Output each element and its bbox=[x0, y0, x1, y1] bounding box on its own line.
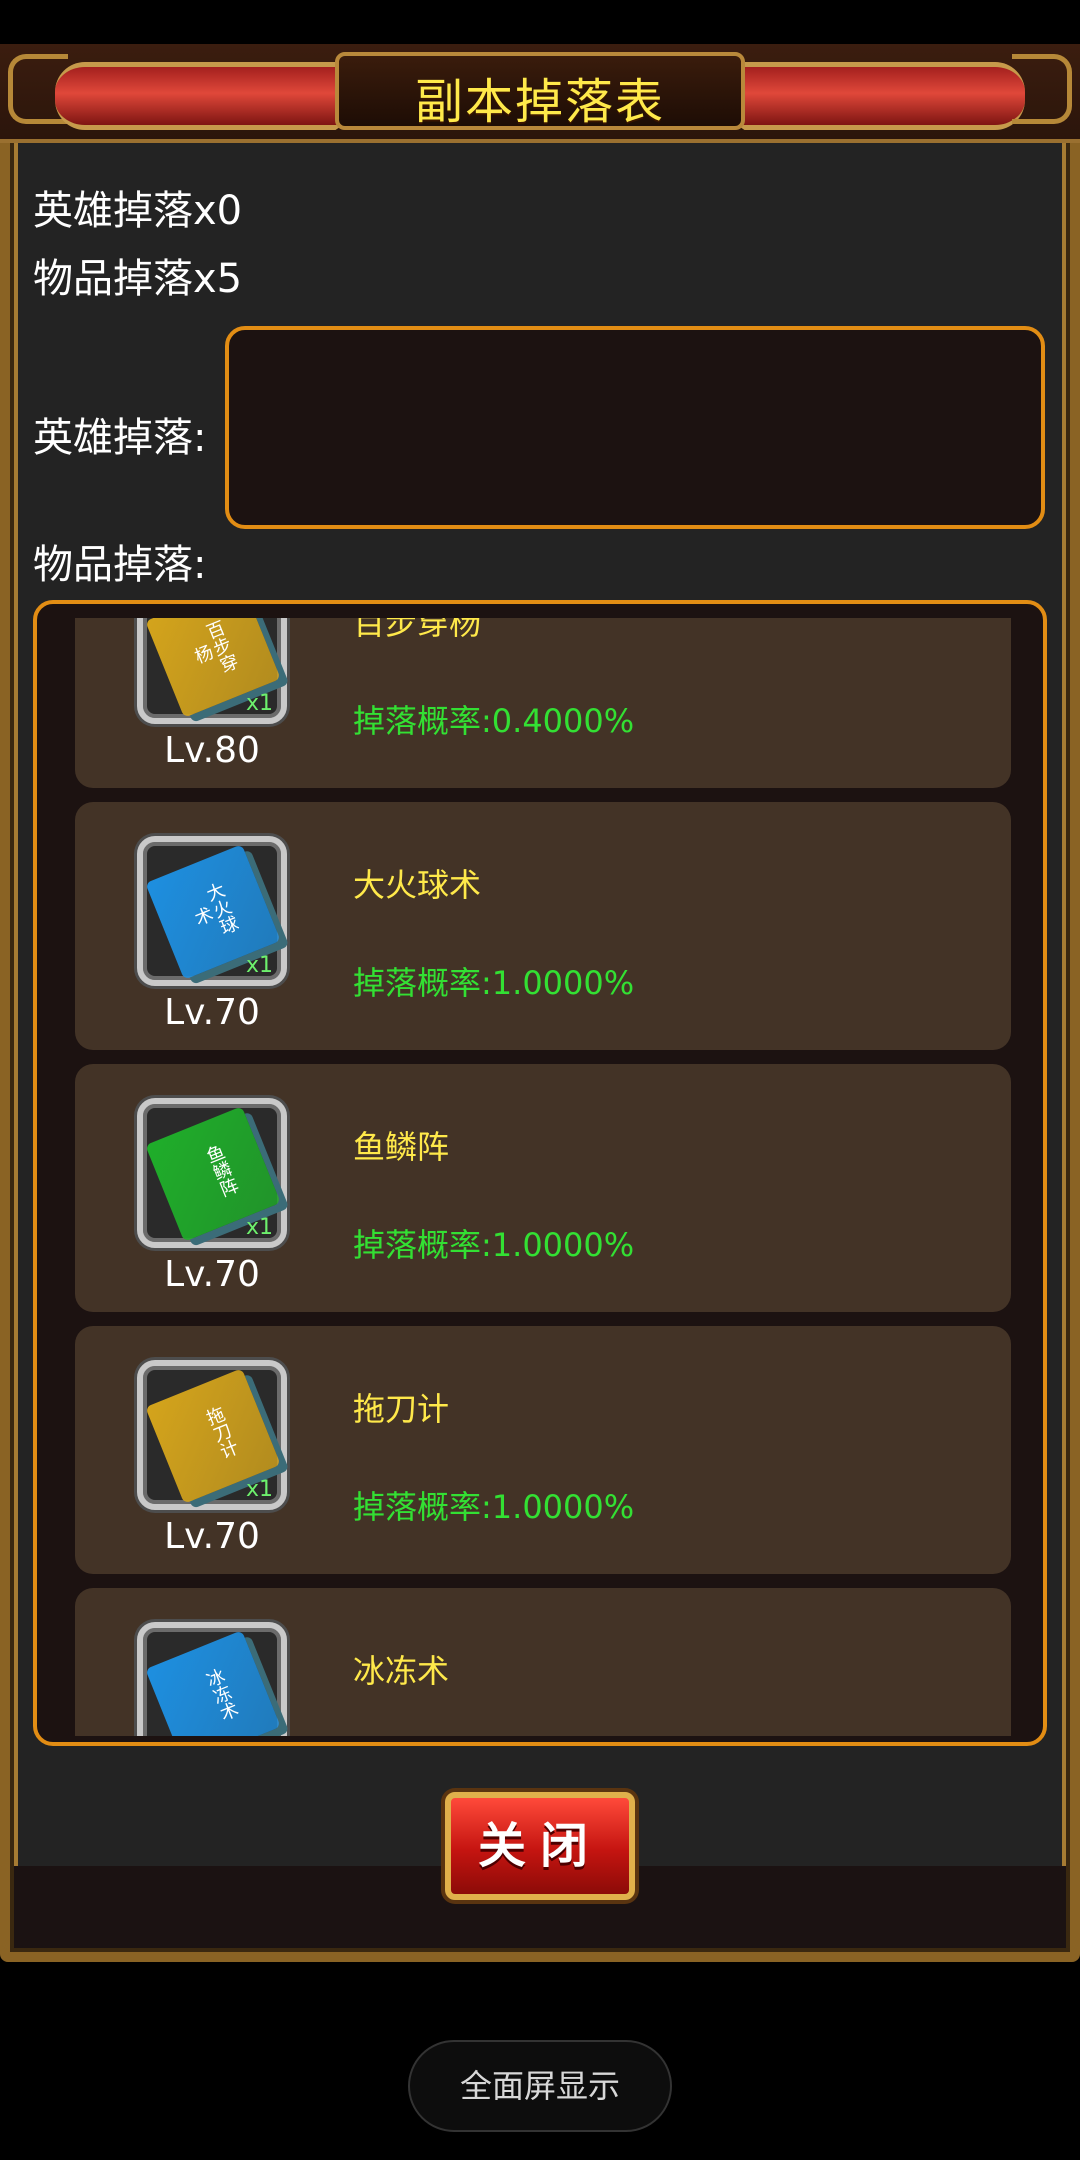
skill-book-icon[interactable]: 冰冻术 x1 bbox=[137, 1622, 287, 1736]
item-name: 鱼鳞阵 bbox=[353, 1128, 450, 1166]
fullscreen-button[interactable]: 全面屏显示 bbox=[408, 2040, 672, 2132]
skill-book-icon[interactable]: 百步穿杨 x1 bbox=[137, 618, 287, 724]
item-drop-label: 物品掉落: bbox=[33, 542, 207, 588]
item-row[interactable]: 大火球术 x1 Lv.70 大火球术 掉落概率:1.0000% bbox=[75, 802, 1011, 1050]
book-cover: 冰冻术 bbox=[145, 1630, 281, 1736]
item-quantity: x1 bbox=[245, 691, 273, 716]
hero-drop-count: 英雄掉落x0 bbox=[33, 188, 243, 234]
item-drop-count: 物品掉落x5 bbox=[33, 256, 243, 302]
book-title: 冰冻术 bbox=[201, 1665, 241, 1724]
item-name: 大火球术 bbox=[353, 866, 482, 904]
item-quantity: x1 bbox=[245, 1477, 273, 1502]
item-row[interactable]: 百步穿杨 x1 Lv.80 百步穿杨 掉落概率:0.4000% bbox=[75, 618, 1011, 788]
drop-rate: 掉落概率:1.0000% bbox=[353, 964, 635, 1002]
item-drop-scroll[interactable]: 百步穿杨 x1 Lv.80 百步穿杨 掉落概率:0.4000% 大火球术 x1 … bbox=[75, 618, 1011, 1736]
item-level: Lv.80 bbox=[164, 730, 260, 771]
drop-rate: 掉落概率:0.4000% bbox=[353, 702, 635, 740]
hero-drop-list[interactable] bbox=[225, 326, 1045, 529]
item-level: Lv.70 bbox=[164, 1516, 260, 1557]
item-row[interactable]: 拖刀计 x1 Lv.70 拖刀计 掉落概率:1.0000% bbox=[75, 1326, 1011, 1574]
item-row[interactable]: 冰冻术 x1 冰冻术 bbox=[75, 1588, 1011, 1736]
title-bar: 副本掉落表 bbox=[0, 44, 1080, 143]
book-title: 鱼鳞阵 bbox=[201, 1141, 241, 1200]
dialog-title: 副本掉落表 bbox=[414, 74, 665, 130]
item-level: Lv.70 bbox=[164, 1254, 260, 1295]
skill-book-icon[interactable]: 拖刀计 x1 bbox=[137, 1360, 287, 1510]
book-title: 大火球术 bbox=[189, 879, 241, 938]
item-drop-items: 百步穿杨 x1 Lv.80 百步穿杨 掉落概率:0.4000% 大火球术 x1 … bbox=[75, 618, 1011, 1736]
hero-drop-label: 英雄掉落: bbox=[33, 415, 207, 461]
item-name: 拖刀计 bbox=[353, 1390, 450, 1428]
item-name: 冰冻术 bbox=[353, 1652, 450, 1690]
item-level: Lv.70 bbox=[164, 992, 260, 1033]
item-drop-list[interactable]: 百步穿杨 x1 Lv.80 百步穿杨 掉落概率:0.4000% 大火球术 x1 … bbox=[33, 600, 1047, 1746]
item-quantity: x1 bbox=[245, 953, 273, 978]
book-title: 拖刀计 bbox=[201, 1403, 241, 1462]
item-row[interactable]: 鱼鳞阵 x1 Lv.70 鱼鳞阵 掉落概率:1.0000% bbox=[75, 1064, 1011, 1312]
book-title: 百步穿杨 bbox=[189, 618, 241, 676]
close-button[interactable]: 关闭 bbox=[445, 1792, 635, 1900]
skill-book-icon[interactable]: 鱼鳞阵 x1 bbox=[137, 1098, 287, 1248]
drop-rate: 掉落概率:1.0000% bbox=[353, 1488, 635, 1526]
item-name: 百步穿杨 bbox=[353, 618, 482, 642]
item-quantity: x1 bbox=[245, 1215, 273, 1240]
drop-rate: 掉落概率:1.0000% bbox=[353, 1226, 635, 1264]
skill-book-icon[interactable]: 大火球术 x1 bbox=[137, 836, 287, 986]
